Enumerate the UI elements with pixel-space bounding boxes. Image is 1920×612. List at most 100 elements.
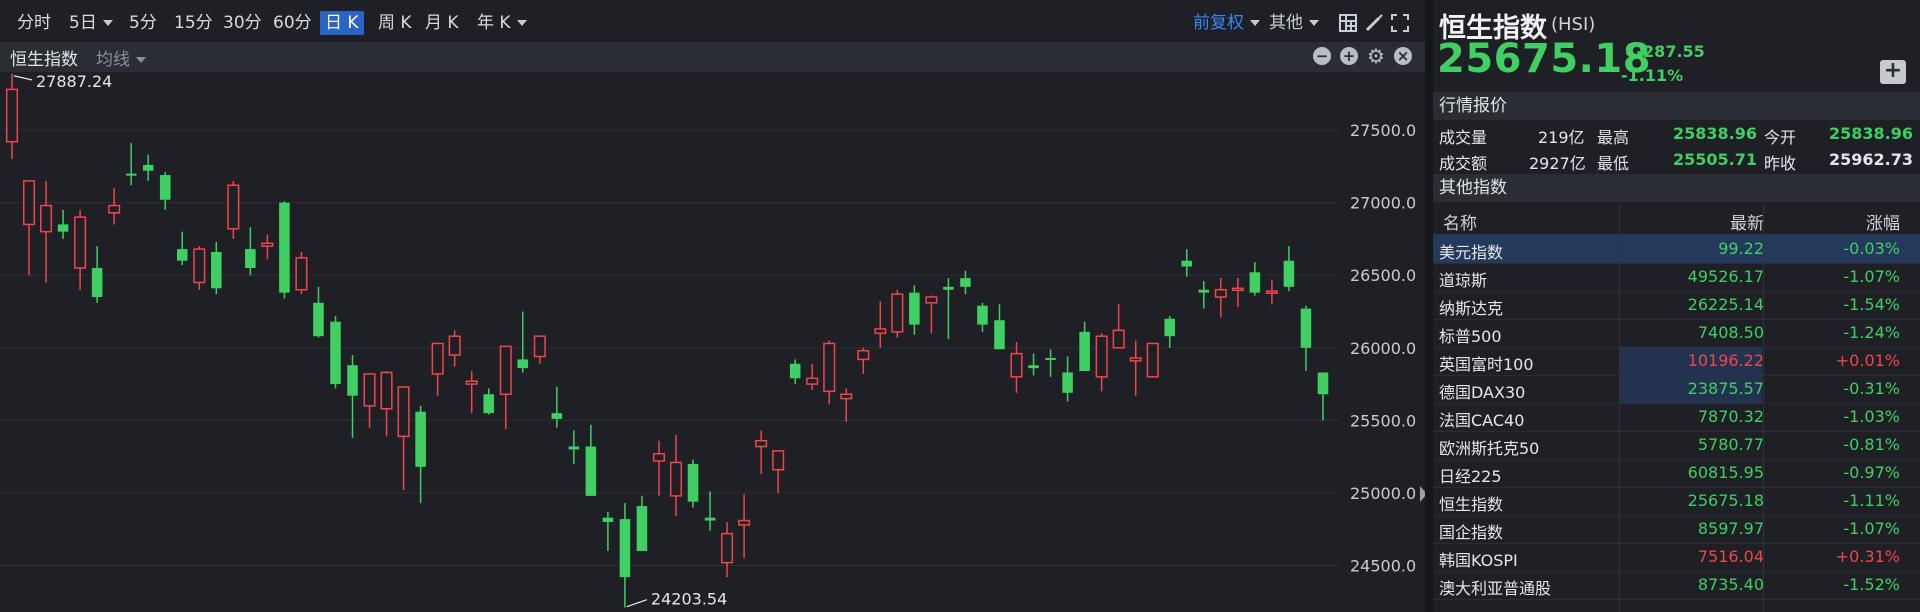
period-5day-label: 5日 <box>69 13 97 33</box>
fullscreen-icon[interactable] <box>1391 14 1409 32</box>
table-row[interactable]: 欧洲斯托克50 5780.77 -0.81% <box>1433 431 1920 460</box>
candle-body <box>721 532 734 564</box>
chevron-down-icon <box>1309 20 1319 26</box>
period-tab-month-k[interactable]: 月 K <box>420 11 464 35</box>
row-change: -1.11% <box>1843 491 1900 510</box>
row-name: 韩国KOSPI <box>1439 551 1518 570</box>
table-row[interactable]: 德国DAX30 23875.57 -0.31% <box>1433 375 1920 404</box>
period-tab-5min[interactable]: 5分 <box>124 11 162 35</box>
candle-body <box>1214 288 1227 298</box>
candle-body <box>74 216 87 269</box>
table-row[interactable]: 恒生指数 25675.18 -1.11% <box>1433 487 1920 516</box>
period-tab-week-k[interactable]: 周 K <box>373 11 417 35</box>
min-price-label: 24203.54 <box>651 590 727 609</box>
arrow-down-icon: ⬇ <box>1623 42 1637 61</box>
min-marker-line <box>626 599 648 608</box>
period-tab-60min[interactable]: 60分 <box>268 11 317 35</box>
adjust-label: 前复权 <box>1193 13 1244 33</box>
candle-body <box>397 386 410 438</box>
table-row[interactable]: 国企指数 8597.97 -1.07% <box>1433 515 1920 544</box>
row-name: 恒生指数 <box>1439 495 1504 514</box>
candle-body <box>211 252 222 289</box>
adjust-dropdown[interactable]: 前复权 <box>1193 11 1260 35</box>
period-tab-30min[interactable]: 30分 <box>218 11 267 35</box>
row-last: 60815.95 <box>1687 463 1764 482</box>
period-tab-year-k[interactable]: 年 K <box>472 11 532 35</box>
table-row[interactable]: 道琼斯 49526.17 -1.07% <box>1433 263 1920 292</box>
other-index-section-title: 其他指数 <box>1433 174 1920 202</box>
candle-body <box>279 202 290 293</box>
row-name: 澳大利亚普通股 <box>1439 579 1552 598</box>
candle-body <box>943 286 954 290</box>
candle-body <box>1317 372 1329 395</box>
table-row[interactable]: 纳斯达克 26225.14 -1.54% <box>1433 291 1920 320</box>
more-dropdown[interactable]: 其他 <box>1269 11 1319 35</box>
candle-body <box>5 88 19 143</box>
table-row[interactable]: 澳大利亚普通股 8735.40 -1.52% <box>1433 571 1920 600</box>
y-tick-label: 25500.0 <box>1350 411 1416 430</box>
y-tick-label: 27500.0 <box>1350 121 1416 140</box>
candle-body <box>415 411 426 467</box>
table-row[interactable]: 英国富时100 10196.22 +0.01% <box>1433 347 1920 376</box>
candle-body <box>874 328 887 335</box>
row-name: 法国CAC40 <box>1439 411 1525 430</box>
candle-body <box>772 450 785 471</box>
candle-body <box>347 365 358 396</box>
candle-body <box>669 461 683 497</box>
add-watchlist-button[interactable]: + <box>1880 60 1906 84</box>
candle-body <box>551 413 563 419</box>
candle-body <box>261 242 274 247</box>
candle-body <box>1045 357 1056 360</box>
amount-label: 成交额 <box>1439 154 1488 173</box>
y-tick-label: 26500.0 <box>1350 266 1416 285</box>
table-row[interactable]: 美元指数 99.22 -0.03% <box>1433 235 1920 264</box>
row-change: -0.81% <box>1843 435 1900 454</box>
candle-body <box>431 342 444 375</box>
table-row[interactable]: 法国CAC40 7870.32 -1.03% <box>1433 403 1920 432</box>
candle-body <box>380 371 393 410</box>
panel-divider[interactable] <box>1425 0 1433 612</box>
column-divider <box>1619 204 1620 612</box>
close-icon[interactable]: × <box>1394 47 1412 65</box>
row-name: 纳斯达克 <box>1439 299 1504 318</box>
draw-pen-icon[interactable] <box>1365 14 1383 32</box>
candle-body <box>738 519 751 526</box>
candle-body <box>585 446 597 496</box>
row-last: 10196.22 <box>1687 351 1764 370</box>
index-code: (HSI) <box>1551 14 1596 35</box>
index-change: ⬇-287.55 <box>1623 42 1705 61</box>
row-last: 25675.18 <box>1687 491 1764 510</box>
candlestick-chart[interactable]: 27500.0 27000.0 26500.0 26000.0 25500.0 25000… <box>0 72 1425 612</box>
period-tab-day-k[interactable]: 日 K <box>320 11 364 35</box>
candle-body <box>806 377 819 385</box>
zoom-out-icon[interactable]: − <box>1313 47 1331 65</box>
period-tab-15min[interactable]: 15分 <box>169 11 218 35</box>
row-change: -1.07% <box>1843 519 1900 538</box>
period-tab-5day[interactable]: 5日 <box>64 11 118 35</box>
col-name-header: 名称 <box>1443 214 1477 234</box>
candle-body <box>636 506 648 552</box>
zoom-in-icon[interactable]: + <box>1340 47 1358 65</box>
candle-body <box>960 278 971 287</box>
ma-label: 均线 <box>96 50 130 70</box>
period-toolbar: 分时 5日 5分 15分 30分 60分 日 K 周 K 月 K 年 K 前复权… <box>0 0 1425 42</box>
row-change: +0.31% <box>1835 547 1900 566</box>
high-label: 最高 <box>1597 128 1630 147</box>
row-name: 日经225 <box>1439 467 1502 486</box>
candle-body <box>159 175 171 200</box>
row-last: 99.22 <box>1718 239 1764 258</box>
candle-body <box>533 335 546 358</box>
candle-body <box>909 292 920 325</box>
table-row[interactable]: 韩国KOSPI 7516.04 +0.31% <box>1433 543 1920 572</box>
grid-layout-icon[interactable] <box>1339 14 1357 32</box>
chevron-down-icon <box>136 57 146 63</box>
table-row[interactable]: 日经225 60815.95 -0.97% <box>1433 459 1920 488</box>
row-name: 欧洲斯托克50 <box>1439 439 1540 458</box>
period-tab-intraday[interactable]: 分时 <box>12 11 56 35</box>
settings-gear-icon[interactable]: ⚙ <box>1367 46 1385 66</box>
candle-body <box>91 267 103 297</box>
table-row[interactable]: 标普500 7408.50 -1.24% <box>1433 319 1920 348</box>
candle-body <box>1112 329 1125 349</box>
ma-dropdown[interactable]: 均线 <box>96 45 146 70</box>
period-year-label: 年 K <box>477 13 511 33</box>
